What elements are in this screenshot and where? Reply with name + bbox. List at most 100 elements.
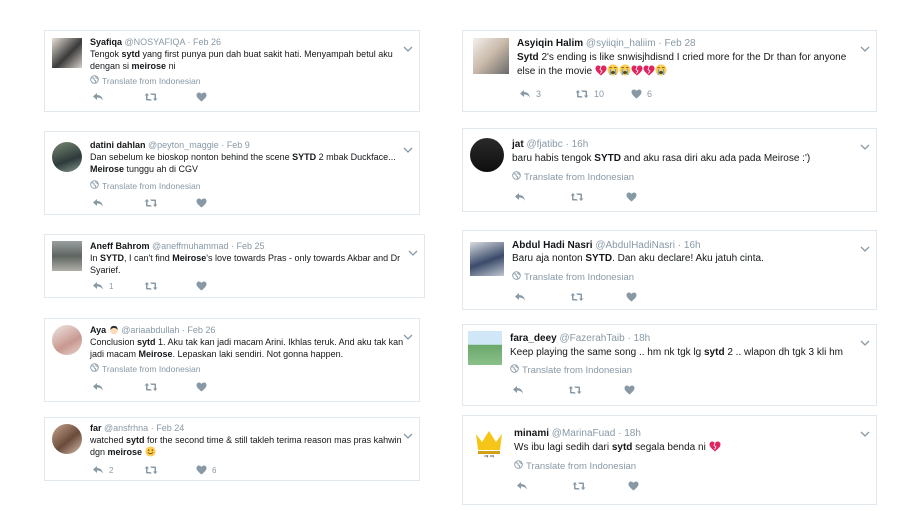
tweet-date[interactable]: 16h (684, 240, 701, 251)
broken-heart-icon (709, 441, 721, 452)
reply-button[interactable]: 2 (92, 465, 144, 475)
author-name[interactable]: Syafiqa (90, 37, 122, 47)
tweet-date[interactable]: 18h (624, 428, 641, 439)
author-name[interactable]: far (90, 423, 102, 433)
retweet-button[interactable] (568, 385, 624, 395)
tweet-text: Keep playing the same song .. hm nk tgk … (510, 347, 865, 359)
retweet-button[interactable] (572, 481, 628, 491)
author-handle[interactable]: @ariaabdullah (121, 325, 179, 335)
like-button[interactable] (196, 382, 212, 392)
author-handle[interactable]: @syiiqin_haliim (586, 38, 656, 49)
heart-icon (196, 382, 207, 392)
like-button[interactable]: 6 (196, 465, 216, 475)
like-button[interactable] (626, 292, 642, 302)
tweet-actions: 3 10 6 (519, 89, 652, 99)
author-name[interactable]: jat (512, 139, 524, 150)
retweet-button[interactable] (144, 382, 196, 392)
text-segment: . Lepaskan laki sendiri. Not gonna happe… (172, 349, 344, 359)
author-handle[interactable]: @aneffmuhammad (152, 241, 229, 251)
text-segment: In (90, 253, 101, 263)
avatar[interactable] (52, 241, 82, 271)
reply-button[interactable]: 3 (519, 89, 575, 99)
avatar[interactable] (52, 325, 82, 355)
like-button[interactable]: 6 (631, 89, 652, 99)
retweet-icon (144, 382, 158, 392)
text-segment: 2 .. wlapon dh tgk 3 kli hm (724, 347, 843, 358)
heart-icon (196, 465, 207, 475)
chevron-down-icon[interactable] (860, 424, 870, 442)
author-handle[interactable]: @MarinaFuad (552, 428, 616, 439)
translate-link[interactable]: Translate from Indonesian (90, 363, 200, 374)
author-name[interactable]: fara_deey (510, 333, 557, 344)
author-handle[interactable]: @fjatibc (526, 139, 562, 150)
tweet-date[interactable]: Feb 24 (156, 423, 184, 433)
tweet-date[interactable]: Feb 28 (664, 38, 695, 49)
broken-heart-icon (643, 65, 655, 76)
translate-link[interactable]: Translate from Indonesian (510, 364, 632, 376)
avatar[interactable] (470, 138, 504, 172)
like-button[interactable] (624, 385, 640, 395)
retweet-button[interactable] (570, 292, 626, 302)
retweet-button[interactable] (144, 92, 196, 102)
reply-button[interactable] (512, 385, 568, 395)
author-handle[interactable]: @FazerahTaib (559, 333, 624, 344)
retweet-button[interactable] (144, 465, 196, 475)
avatar[interactable] (473, 38, 509, 74)
separator-dot: · (624, 333, 634, 344)
translate-link[interactable]: Translate from Indonesian (514, 460, 636, 472)
avatar[interactable] (468, 331, 502, 365)
translate-link[interactable]: Translate from Indonesian (90, 180, 200, 191)
author-name[interactable]: datini dahlan (90, 140, 146, 150)
author-handle[interactable]: @NOSYAFIQA (125, 37, 185, 47)
author-handle[interactable]: @AbdulHadiNasri (595, 240, 675, 251)
tweet-date[interactable]: 18h (634, 333, 651, 344)
author-handle[interactable]: @peyton_maggie (148, 140, 219, 150)
retweet-button[interactable] (570, 192, 626, 202)
author-handle[interactable]: @ansfrhna (104, 423, 148, 433)
retweet-button[interactable] (144, 281, 196, 291)
author-name[interactable]: minami (514, 428, 549, 439)
tweet-date[interactable]: Feb 26 (187, 325, 215, 335)
author-name[interactable]: Asyiqin Halim (517, 38, 583, 49)
tweet-actions: 26 (92, 465, 216, 475)
tweet-date[interactable]: 16h (572, 139, 589, 150)
retweet-button[interactable] (144, 198, 196, 208)
globe-icon (90, 363, 99, 374)
like-button[interactable] (628, 481, 644, 491)
avatar[interactable] (470, 242, 504, 276)
separator-dot: · (185, 37, 194, 47)
reply-button[interactable] (514, 192, 570, 202)
like-button[interactable] (626, 192, 642, 202)
like-button[interactable] (196, 198, 212, 208)
tweet-actions (514, 192, 642, 202)
avatar[interactable] (52, 424, 82, 454)
tweet-line: Meirose tunggu ah di CGV (90, 163, 408, 175)
author-name[interactable]: Aya (90, 325, 106, 335)
avatar[interactable] (52, 142, 82, 172)
tweet-header: datini dahlan @peyton_maggie · Feb 9 (90, 139, 250, 151)
heart-icon (631, 89, 642, 99)
translate-link[interactable]: Translate from Indonesian (512, 271, 634, 283)
tweet-date[interactable]: Feb 26 (193, 37, 221, 47)
translate-link[interactable]: Translate from Indonesian (512, 171, 634, 183)
reply-button[interactable] (92, 382, 144, 392)
text-segment: yang first punya pun dah buat sakit hati… (140, 49, 393, 59)
author-name[interactable]: Aneff Bahrom (90, 241, 150, 251)
avatar[interactable] (52, 38, 82, 68)
like-button[interactable] (196, 281, 212, 291)
text-segment: ni (166, 61, 176, 71)
like-button[interactable] (196, 92, 212, 102)
retweet-button[interactable]: 10 (575, 89, 631, 99)
reply-button[interactable] (92, 198, 144, 208)
avatar[interactable]: ᄏᄏ (472, 426, 506, 460)
author-name[interactable]: Abdul Hadi Nasri (512, 240, 593, 251)
reply-button[interactable]: 1 (92, 281, 144, 291)
tweet-date[interactable]: Feb 25 (237, 241, 265, 251)
reply-button[interactable] (514, 292, 570, 302)
reply-button[interactable] (516, 481, 572, 491)
translate-link[interactable]: Translate from Indonesian (90, 75, 200, 86)
broken-heart-icon (595, 65, 607, 76)
reply-button[interactable] (92, 92, 144, 102)
tweet-line: jadi macam Meirose. Lepaskan laki sendir… (90, 348, 408, 360)
tweet-date[interactable]: Feb 9 (227, 140, 250, 150)
